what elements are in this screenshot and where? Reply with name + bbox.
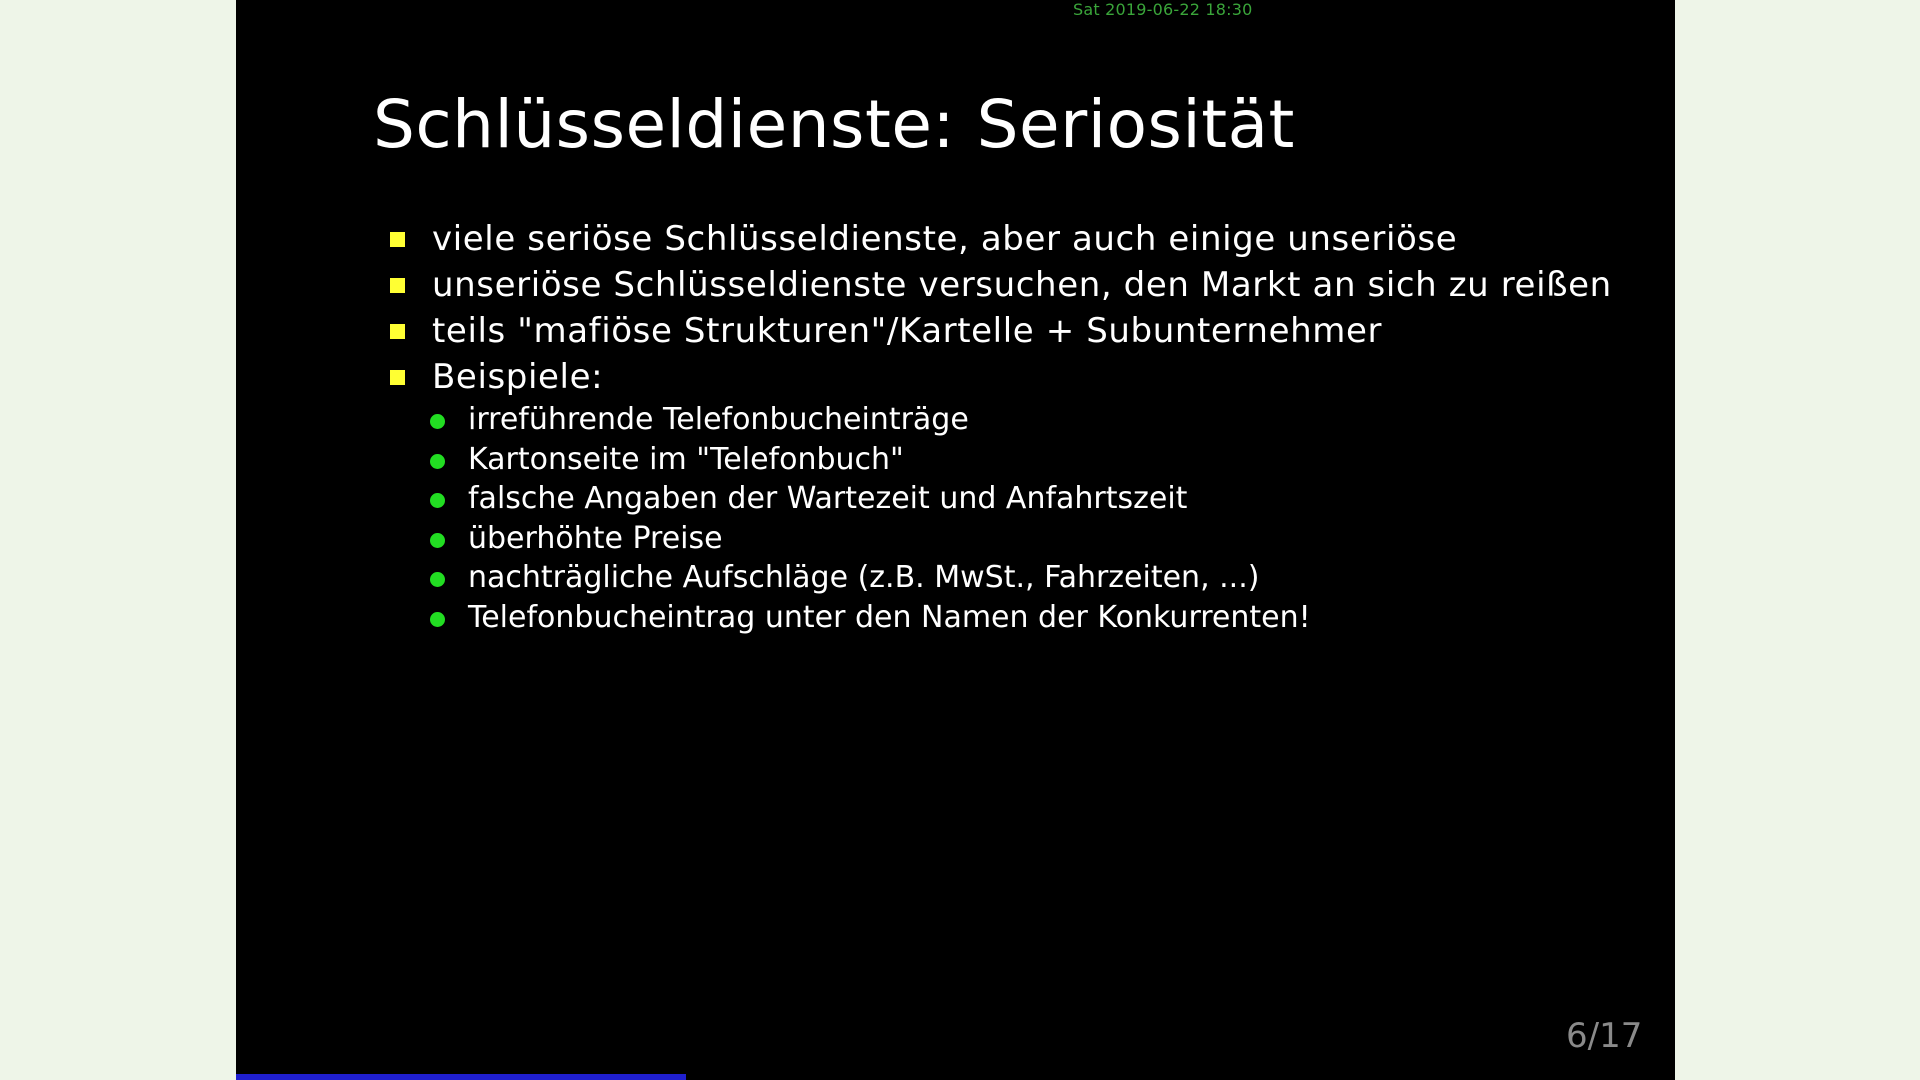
bullet-text: unseriöse Schlüsseldienste versuchen, de… [432, 265, 1612, 305]
example-text: nachträgliche Aufschläge (z.B. MwSt., Fa… [468, 560, 1260, 596]
round-bullet-icon [430, 572, 445, 588]
bullet-list: viele seriöse Schlüsseldienste, aber auc… [390, 216, 1612, 638]
example-text: überhöhte Preise [468, 520, 723, 556]
example-item: nachträgliche Aufschläge (z.B. MwSt., Fa… [430, 558, 1652, 598]
examples-list: irreführende Telefonbucheinträge Kartons… [430, 400, 1652, 638]
square-bullet-icon [390, 324, 405, 339]
example-item: Telefonbucheintrag unter den Namen der K… [430, 598, 1652, 638]
bullet-item: unseriöse Schlüsseldienste versuchen, de… [390, 262, 1612, 308]
progress-bar [236, 1074, 1675, 1080]
example-item: überhöhte Preise [430, 519, 1652, 559]
example-text: Telefonbucheintrag unter den Namen der K… [468, 599, 1311, 635]
clock: Sat 2019-06-22 18:30 [1073, 0, 1253, 19]
left-margin [0, 0, 236, 1080]
presentation-slide[interactable]: Sat 2019-06-22 18:30 Schlüsseldienste: S… [236, 0, 1675, 1080]
example-text: Kartonseite im "Telefonbuch" [468, 441, 904, 477]
example-item: falsche Angaben der Wartezeit und Anfahr… [430, 479, 1652, 519]
round-bullet-icon [430, 453, 445, 469]
bullet-text: Beispiele: [432, 357, 604, 397]
square-bullet-icon [390, 370, 405, 385]
round-bullet-icon [430, 493, 445, 509]
round-bullet-icon [430, 532, 445, 548]
example-text: falsche Angaben der Wartezeit und Anfahr… [468, 481, 1188, 517]
bullet-item: viele seriöse Schlüsseldienste, aber auc… [390, 216, 1612, 262]
round-bullet-icon [430, 414, 445, 429]
square-bullet-icon [390, 232, 405, 247]
examples-group: irreführende Telefonbucheinträge Kartons… [390, 400, 1612, 638]
progress-bar-fill [236, 1074, 686, 1080]
square-bullet-icon [390, 278, 405, 293]
slide-title: Schlüsseldienste: Seriosität [373, 86, 1295, 163]
round-bullet-icon [430, 611, 445, 627]
bullet-item: Beispiele: [390, 354, 1612, 400]
example-item: Kartonseite im "Telefonbuch" [430, 440, 1652, 480]
bullet-item: teils "mafiöse Strukturen"/Kartelle + Su… [390, 308, 1612, 354]
example-text: irreführende Telefonbucheinträge [468, 402, 969, 437]
example-item: irreführende Telefonbucheinträge [430, 400, 1652, 440]
bullet-text: teils "mafiöse Strukturen"/Kartelle + Su… [432, 311, 1383, 351]
right-margin [1675, 0, 1920, 1080]
page-number: 6/17 [1566, 1016, 1643, 1056]
bullet-text: viele seriöse Schlüsseldienste, aber auc… [432, 219, 1458, 259]
